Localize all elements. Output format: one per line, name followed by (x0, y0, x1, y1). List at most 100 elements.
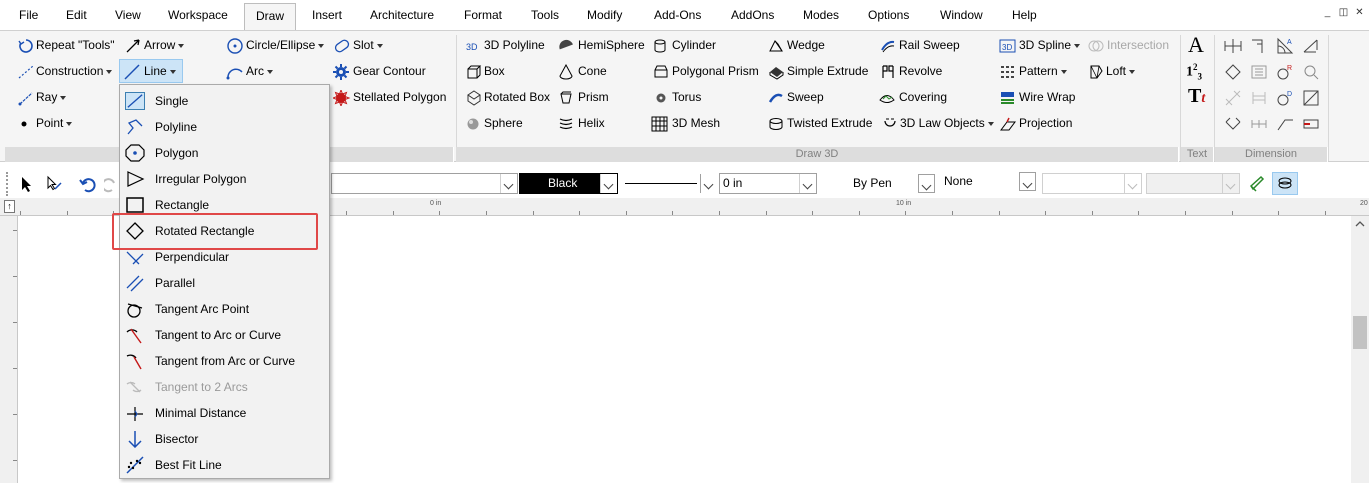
slot-button[interactable]: Slot (333, 34, 393, 56)
3d-mesh-button[interactable]: 3D Mesh (651, 112, 726, 134)
point-button[interactable]: Point (18, 112, 78, 134)
dimension-horizontal-icon[interactable] (1249, 36, 1269, 56)
numbering-icon[interactable]: 123 (1186, 62, 1202, 81)
menu-tools[interactable]: Tools (531, 8, 559, 22)
gear-contour-button[interactable]: Gear Contour (333, 60, 433, 82)
dimension-aligned-icon[interactable] (1223, 114, 1243, 134)
hemisphere-button[interactable]: HemiSphere (558, 34, 648, 56)
ruler-origin-icon[interactable]: ↑ (4, 200, 15, 213)
wire-wrap-button[interactable]: Wire Wrap (999, 86, 1079, 108)
dimension-linear-icon[interactable] (1223, 36, 1243, 56)
menu-edit[interactable]: Edit (66, 8, 87, 22)
text-tool-icon[interactable]: A (1188, 34, 1204, 56)
menu-item-polygon[interactable]: Polygon (121, 140, 328, 166)
rail-sweep-button[interactable]: Rail Sweep (880, 34, 960, 56)
pencil-check-icon[interactable] (1248, 174, 1266, 192)
circle-ellipse-button[interactable]: Circle/Ellipse (226, 34, 326, 56)
menu-item-bisector[interactable]: Bisector (121, 426, 328, 452)
fill-select[interactable]: None (938, 171, 1037, 192)
line-thickness-select[interactable]: 0 in (719, 173, 817, 194)
menu-modify[interactable]: Modify (587, 8, 622, 22)
ray-button[interactable]: Ray (18, 86, 78, 108)
wedge-button[interactable]: Wedge (768, 34, 828, 56)
scrollbar-thumb[interactable] (1353, 316, 1367, 349)
undo-icon[interactable] (78, 175, 98, 193)
menu-options[interactable]: Options (868, 8, 909, 22)
loft-button[interactable]: Loft (1088, 60, 1148, 82)
close-icon[interactable]: ✕ (1353, 6, 1366, 19)
polygonal-prism-button[interactable]: Polygonal Prism (653, 60, 763, 82)
rotated-box-button[interactable]: Rotated Box (466, 86, 551, 108)
box-button[interactable]: Box (466, 60, 516, 82)
menu-item-minimal-distance[interactable]: Minimal Distance (121, 400, 328, 426)
arrow-button[interactable]: Arrow (125, 34, 195, 56)
menu-item-single[interactable]: Single (121, 88, 328, 114)
menu-item-best-fit-line[interactable]: Best Fit Line (121, 452, 328, 478)
menu-architecture[interactable]: Architecture (370, 8, 434, 22)
scroll-up-icon[interactable] (1355, 220, 1365, 228)
cone-button[interactable]: Cone (558, 60, 613, 82)
simple-extrude-button[interactable]: Simple Extrude (768, 60, 868, 82)
dimension-diameter-icon[interactable]: D (1275, 88, 1295, 108)
pattern-select[interactable] (1042, 173, 1142, 194)
redo-icon[interactable] (104, 175, 118, 193)
menu-addons[interactable]: AddOns (731, 8, 774, 22)
cylinder-button[interactable]: Cylinder (653, 34, 723, 56)
dimension-continuous-icon[interactable] (1249, 114, 1269, 134)
menu-item-tangent-to-arc[interactable]: Tangent to Arc or Curve (121, 322, 328, 348)
sphere-button[interactable]: Sphere (466, 112, 526, 134)
dimension-rotated-icon[interactable] (1223, 62, 1243, 82)
prism-button[interactable]: Prism (558, 86, 613, 108)
dimension-baseline-icon[interactable] (1249, 62, 1269, 82)
leader-icon[interactable] (1275, 114, 1295, 134)
menu-insert[interactable]: Insert (312, 8, 342, 22)
pattern-button[interactable]: Pattern (999, 60, 1069, 82)
revolve-button[interactable]: Revolve (880, 60, 945, 82)
menu-view[interactable]: View (115, 8, 141, 22)
menu-item-parallel[interactable]: Parallel (121, 270, 328, 296)
arc-button[interactable]: Arc (226, 60, 286, 82)
dimension-chain-icon[interactable] (1223, 88, 1243, 108)
flag-note-icon[interactable] (1301, 114, 1321, 134)
torus-button[interactable]: Torus (653, 86, 713, 108)
menu-item-tangent-from-arc[interactable]: Tangent from Arc or Curve (121, 348, 328, 374)
repeat-tools-button[interactable]: Repeat "Tools" (18, 34, 115, 56)
3d-law-objects-button[interactable]: 3D Law Objects (882, 112, 992, 134)
menu-window[interactable]: Window (940, 8, 983, 22)
layer-select[interactable] (331, 173, 518, 194)
menu-item-tangent-arc-point[interactable]: Tangent Arc Point (121, 296, 328, 322)
menu-add-ons[interactable]: Add-Ons (654, 8, 701, 22)
line-style-select[interactable] (620, 173, 718, 194)
pen-select[interactable]: By Pen (820, 173, 936, 194)
minimize-icon[interactable]: _ (1321, 6, 1334, 19)
menu-item-irregular-polygon[interactable]: Irregular Polygon (121, 166, 328, 192)
construction-button[interactable]: Construction (18, 60, 118, 82)
menu-item-polyline[interactable]: Polyline (121, 114, 328, 140)
sweep-button[interactable]: Sweep (768, 86, 828, 108)
dimension-radius-icon[interactable]: R (1275, 62, 1295, 82)
layers-toggle[interactable] (1272, 172, 1298, 195)
twisted-extrude-button[interactable]: Twisted Extrude (768, 112, 873, 134)
menu-file[interactable]: File (19, 8, 38, 22)
color-select[interactable]: Black (519, 173, 618, 194)
covering-button[interactable]: Covering (878, 86, 953, 108)
menu-help[interactable]: Help (1012, 8, 1037, 22)
edit-pointer-icon[interactable] (45, 175, 63, 193)
restore-icon[interactable]: ◫ (1337, 6, 1350, 19)
helix-button[interactable]: Helix (558, 112, 613, 134)
menu-draw[interactable]: Draw (244, 3, 297, 31)
dimension-zoom-icon[interactable] (1301, 62, 1321, 82)
projection-button[interactable]: Projection (999, 112, 1079, 134)
dimension-angle-icon[interactable]: A (1275, 36, 1295, 56)
dimension-box-icon[interactable] (1301, 88, 1321, 108)
menu-format[interactable]: Format (464, 8, 502, 22)
menu-modes[interactable]: Modes (803, 8, 839, 22)
intersection-button[interactable]: Intersection (1088, 34, 1174, 56)
menu-item-tangent-two-arcs[interactable]: Tangent to 2 Arcs (121, 374, 328, 400)
line-button[interactable]: Line (119, 59, 183, 83)
select-pointer-icon[interactable] (19, 175, 35, 193)
toolbar-grip[interactable] (6, 172, 9, 196)
stellated-polygon-button[interactable]: Stellated Polygon (333, 86, 448, 108)
dimension-oblique-icon[interactable] (1301, 36, 1321, 56)
attribute-select[interactable] (1146, 173, 1240, 194)
